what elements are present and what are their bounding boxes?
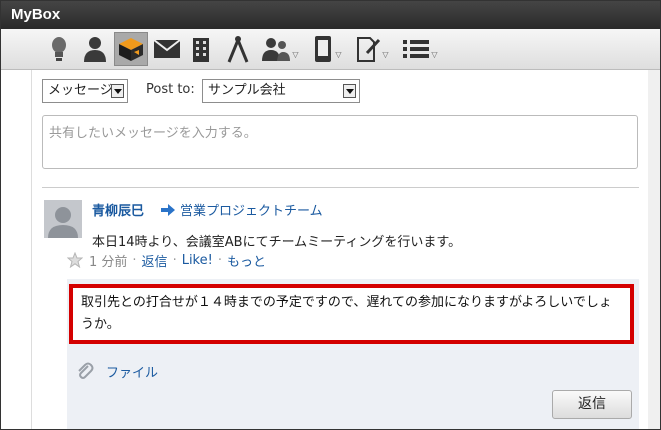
reply-input[interactable]: 取引先との打合せが１４時までの予定ですので、遅れての参加になりますがよろしいでし… [69,284,634,344]
group-icon [262,38,291,61]
post-to-label: Post to: [146,82,195,97]
compass-icon [227,36,249,63]
chevron-down-icon: ▽ [335,49,342,59]
chevron-down-icon: ▽ [382,49,389,59]
chevron-down-icon: ▽ [292,49,299,59]
post-to-select[interactable]: サンプル会社 [202,79,360,103]
scrollbar[interactable] [648,70,660,429]
default-user-icon [44,200,82,238]
list-icon [403,40,430,58]
attach-file-link[interactable]: ファイル [76,361,158,381]
separator: · [172,252,177,268]
separator: · [217,252,222,268]
mail-button[interactable] [152,32,182,66]
lightbulb-icon [52,37,66,61]
post-text: 本日14時より、会議室ABにてチームミーティングを行います。 [92,235,462,250]
post-author-link[interactable]: 青柳辰巳 [92,200,144,219]
post-meta: 1 分前 · 返信 · Like! · もっと [67,251,266,270]
phone-menu[interactable]: ▽ [307,32,347,66]
window-title: MyBox [1,1,660,29]
mybox-button[interactable] [114,32,148,66]
avatar[interactable] [44,200,82,238]
divider [42,187,639,188]
mybox-icon [119,38,143,61]
mybox-window: MyBox ▽ ▽ ▽ ▽ メッセージ Post to: サンプル会社 共有した… [0,0,661,430]
post-target-link[interactable]: 営業プロジェクトチーム [180,200,323,219]
mail-icon [153,39,181,58]
message-type-value: メッセージ [48,83,113,98]
lightbulb-button[interactable] [46,32,72,66]
post-time: 1 分前 [89,254,128,270]
phone-icon [315,36,332,62]
user-icon [84,37,106,62]
group-menu[interactable]: ▽ [260,32,300,66]
reply-link[interactable]: 返信 [142,251,168,270]
building-icon [193,38,209,62]
chevron-down-icon: ▽ [431,49,438,59]
toolbar: ▽ ▽ ▽ ▽ [1,29,660,70]
post-to-value: サンプル会社 [208,83,286,98]
pen-document-icon [357,37,381,62]
tools-button[interactable] [224,32,252,66]
profile-button[interactable] [80,32,110,66]
message-input[interactable]: 共有したいメッセージを入力する。 [42,115,638,169]
like-link[interactable]: Like! [182,253,213,268]
dropdown-arrow-icon [343,84,356,98]
arrow-right-icon [161,203,175,216]
post-target: 営業プロジェクトチーム [161,200,323,219]
organization-button[interactable] [188,32,214,66]
more-link[interactable]: もっと [227,251,266,270]
attach-file-label: ファイル [106,365,159,381]
document-menu[interactable]: ▽ [351,32,393,66]
message-type-select[interactable]: メッセージ [42,79,128,103]
dropdown-arrow-icon [111,84,124,98]
reply-submit-button[interactable]: 返信 [552,390,632,419]
paperclip-icon [78,362,94,379]
star-icon[interactable] [67,252,83,268]
separator: · [132,252,137,268]
list-menu[interactable]: ▽ [398,32,442,66]
